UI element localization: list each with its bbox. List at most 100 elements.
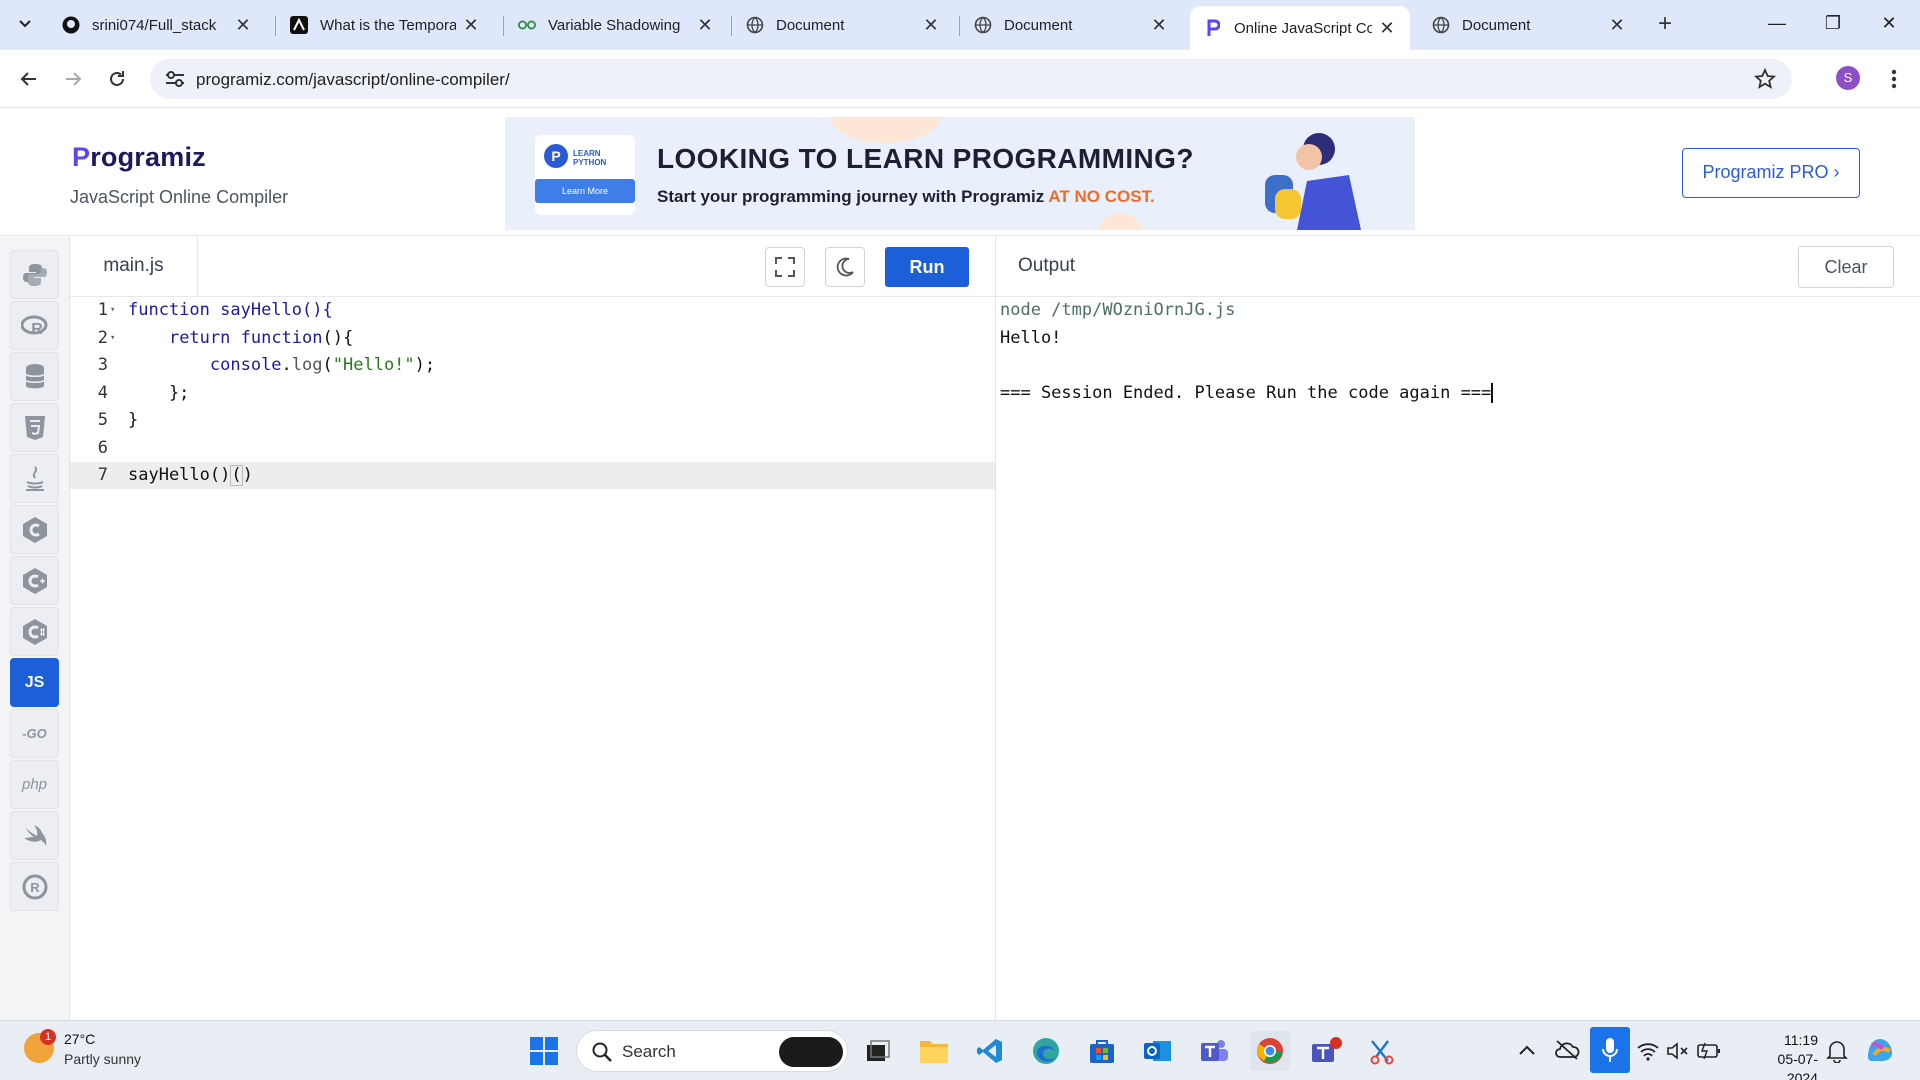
language-sidebar: R JS -GO php R (0, 237, 70, 1020)
browser-tab[interactable]: Document ✕ (960, 6, 1182, 44)
go-icon[interactable]: -GO (10, 709, 59, 758)
copilot-icon[interactable] (1864, 1035, 1896, 1065)
code-editor[interactable]: 1 ▾ function sayHello(){ 2 ▾ return func… (70, 297, 995, 1020)
close-icon[interactable]: ✕ (1378, 18, 1396, 39)
fullscreen-icon (775, 257, 795, 277)
file-explorer-icon[interactable] (914, 1031, 954, 1071)
code-line[interactable]: 4 }; (70, 380, 995, 407)
forward-button[interactable] (58, 64, 88, 94)
output-console[interactable]: node /tmp/WOzniOrnJG.js Hello! === Sessi… (1000, 297, 1910, 407)
close-icon[interactable]: ✕ (696, 15, 714, 36)
sql-icon[interactable] (10, 352, 59, 401)
cpp-icon[interactable] (10, 556, 59, 605)
banner-card: P LEARN PYTHON Learn More (535, 135, 635, 215)
javascript-icon[interactable]: JS (10, 658, 59, 707)
code-line[interactable]: 1 ▾ function sayHello(){ (70, 297, 995, 324)
java-icon[interactable] (10, 454, 59, 503)
weather-temperature[interactable]: 27°C (64, 1031, 95, 1047)
browser-tab-active[interactable]: Online JavaScript Co ✕ (1190, 6, 1410, 50)
site-info-icon[interactable] (164, 69, 186, 89)
chevron-up-icon[interactable] (1518, 1043, 1536, 1057)
fold-icon[interactable]: ▾ (110, 325, 122, 352)
close-icon[interactable]: ✕ (1608, 15, 1626, 36)
rust-icon[interactable]: R (10, 862, 59, 911)
browser-tab[interactable]: Document ✕ (732, 6, 954, 44)
speaker-muted-icon[interactable] (1666, 1041, 1690, 1061)
teams-new-icon[interactable] (1306, 1031, 1346, 1071)
microphone-button[interactable] (1590, 1027, 1630, 1073)
fullscreen-button[interactable] (765, 247, 805, 287)
browser-tab[interactable]: srini074/Full_stack ✕ (48, 6, 266, 44)
tab-search-button[interactable] (12, 10, 38, 36)
taskbar-search[interactable]: Search (576, 1030, 848, 1072)
code-text: }; (128, 382, 190, 403)
search-icon (592, 1042, 612, 1062)
python-icon[interactable] (10, 250, 59, 299)
dark-mode-button[interactable] (825, 247, 865, 287)
tab-title: What is the Temporal (320, 16, 456, 34)
outlook-icon[interactable] (1138, 1031, 1178, 1071)
code-line[interactable]: 3 console.log("Hello!"); (70, 352, 995, 379)
wifi-icon[interactable] (1636, 1041, 1660, 1061)
notification-bell-icon[interactable] (1826, 1039, 1848, 1063)
browser-tab[interactable]: What is the Temporal ✕ (276, 6, 494, 44)
run-button[interactable]: Run (885, 247, 969, 287)
swift-icon[interactable] (10, 811, 59, 860)
clear-button[interactable]: Clear (1798, 246, 1894, 288)
snipping-tool-icon[interactable] (1362, 1031, 1402, 1071)
programiz-logo[interactable]: Programiz (72, 142, 206, 173)
task-view-icon[interactable] (858, 1031, 898, 1071)
system-clock[interactable]: 11:19 05-07-2024 (1754, 1031, 1818, 1080)
store-icon[interactable] (1082, 1031, 1122, 1071)
csharp-icon[interactable] (10, 607, 59, 656)
close-icon[interactable]: ✕ (234, 15, 252, 36)
globe-icon (974, 16, 992, 34)
url-text[interactable]: programiz.com/javascript/online-compiler… (196, 70, 510, 90)
line-number: 6 (97, 437, 108, 458)
arrow-right-icon (66, 72, 82, 86)
weather-description[interactable]: Partly sunny (64, 1051, 141, 1067)
r-icon[interactable]: R (10, 301, 59, 350)
code-line-active[interactable]: 7 sayHello()() (70, 462, 995, 489)
close-icon[interactable]: ✕ (1150, 15, 1168, 36)
new-tab-button[interactable]: + (1652, 10, 1678, 38)
banner-decoration (1097, 213, 1143, 230)
ad-banner[interactable]: P LEARN PYTHON Learn More LOOKING TO LEA… (505, 117, 1415, 230)
profile-avatar[interactable]: S (1836, 66, 1860, 90)
back-button[interactable] (14, 64, 44, 94)
battery-icon[interactable] (1696, 1041, 1722, 1061)
php-icon[interactable]: php (10, 760, 59, 809)
tab-title: Online JavaScript Co (1234, 19, 1372, 37)
windows-logo-icon (530, 1037, 558, 1065)
c-icon[interactable] (10, 505, 59, 554)
close-icon[interactable]: ✕ (922, 15, 940, 36)
bookmark-star-icon[interactable] (1754, 68, 1776, 90)
close-window-button[interactable]: ✕ (1866, 8, 1912, 38)
code-line[interactable]: 6 (70, 435, 995, 462)
edge-icon[interactable] (1026, 1031, 1066, 1071)
minimize-button[interactable]: — (1754, 8, 1800, 38)
more-options-icon[interactable] (1884, 64, 1904, 94)
browser-tab[interactable]: Document ✕ (1418, 6, 1640, 44)
chrome-icon[interactable] (1250, 1031, 1290, 1071)
browser-tab[interactable]: Variable Shadowing ✕ (504, 6, 728, 44)
vscode-icon[interactable] (970, 1031, 1010, 1071)
file-tab-main-js[interactable]: main.js (70, 237, 198, 297)
learn-more-button[interactable]: Learn More (535, 179, 635, 203)
fold-icon[interactable]: ▾ (110, 297, 122, 324)
code-line[interactable]: 2 ▾ return function(){ (70, 325, 995, 352)
pane-divider[interactable] (995, 237, 996, 1020)
cloud-offline-icon[interactable] (1554, 1039, 1580, 1061)
code-line[interactable]: 5 } (70, 407, 995, 434)
html-icon[interactable] (10, 403, 59, 452)
line-number: 3 (97, 355, 108, 375)
address-bar[interactable]: programiz.com/javascript/online-compiler… (150, 59, 1792, 99)
start-button[interactable] (524, 1031, 564, 1071)
close-icon[interactable]: ✕ (462, 15, 480, 36)
page-subtitle: JavaScript Online Compiler (70, 187, 289, 207)
programiz-pro-button[interactable]: Programiz PRO › (1682, 148, 1860, 198)
teams-icon[interactable] (1194, 1031, 1234, 1071)
restore-button[interactable]: ❐ (1810, 8, 1856, 38)
reload-button[interactable] (102, 64, 132, 94)
